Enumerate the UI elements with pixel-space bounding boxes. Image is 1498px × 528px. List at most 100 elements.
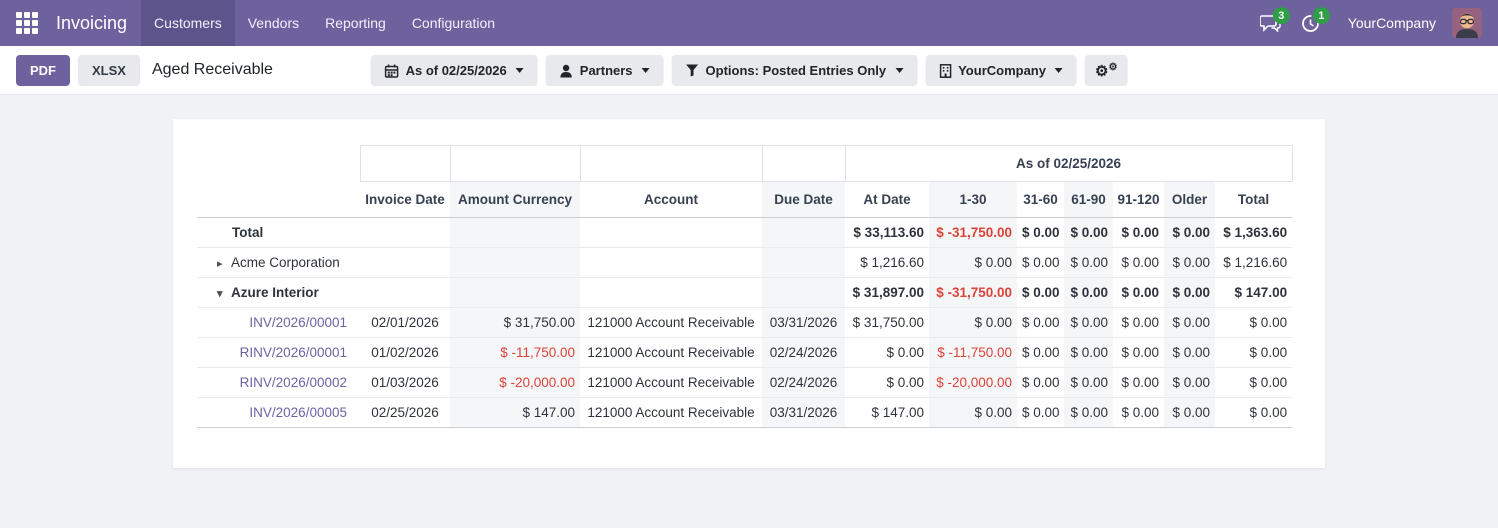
move-line-row: INV/2026/00001 02/01/2026 $ 31,750.00 12100… xyxy=(197,307,1293,338)
amount-cell: $ 0.00 xyxy=(1113,247,1164,278)
amount-cell: 02/01/2026 xyxy=(360,307,450,338)
amount-cell: $ 0.00 xyxy=(1017,337,1064,368)
period-header: As of 02/25/2026 xyxy=(844,145,1293,182)
filter-funnel-icon xyxy=(686,64,699,77)
amount-cell: $ 147.00 xyxy=(1215,277,1293,308)
amount-cell: 121000 Account Receivable xyxy=(580,367,762,398)
amount-cell: $ 0.00 xyxy=(1113,337,1164,368)
partner-toggle[interactable]: ▸ Acme Corporation xyxy=(197,247,360,278)
amount-cell: $ 31,897.00 xyxy=(845,277,929,308)
amount-cell: 02/24/2026 xyxy=(762,337,845,368)
amount-cell: $ 0.00 xyxy=(1164,397,1215,428)
column-header-at-date: At Date xyxy=(845,181,929,218)
report-content: As of 02/25/2026 Invoice Date Amount Cur… xyxy=(0,95,1498,528)
company-filter-label: YourCompany xyxy=(958,63,1046,78)
date-filter-button[interactable]: As of 02/25/2026 xyxy=(370,55,538,86)
company-switcher[interactable]: YourCompany xyxy=(1348,15,1436,31)
amount-cell: $ 33,113.60 xyxy=(845,217,929,248)
amount-cell: $ 147.00 xyxy=(845,397,929,428)
amount-cell: $ 1,363.60 xyxy=(1215,217,1293,248)
amount-cell: 01/03/2026 xyxy=(360,367,450,398)
amount-cell xyxy=(450,247,580,278)
menu-item-reporting[interactable]: Reporting xyxy=(312,0,399,46)
column-header-invoice-date: Invoice Date xyxy=(360,181,450,218)
column-header-61-90: 61-90 xyxy=(1064,181,1113,218)
amount-cell: $ 0.00 xyxy=(1017,277,1064,308)
empty-header-cell xyxy=(449,145,581,182)
user-avatar[interactable] xyxy=(1452,8,1482,38)
amount-cell: $ 0.00 xyxy=(929,397,1017,428)
move-link[interactable]: RINV/2026/00001 xyxy=(240,345,347,360)
amount-cell: $ 0.00 xyxy=(929,247,1017,278)
amount-cell: $ 0.00 xyxy=(1064,337,1113,368)
company-filter-button[interactable]: YourCompany xyxy=(925,55,1077,86)
caret-right-icon: ▸ xyxy=(217,258,223,270)
cogs-icon: ⚙⚙ xyxy=(1094,61,1118,80)
amount-cell xyxy=(762,247,845,278)
column-header-amount-currency: Amount Currency xyxy=(450,181,580,218)
menu-item-customers[interactable]: Customers xyxy=(141,0,235,46)
column-header-total: Total xyxy=(1215,181,1293,218)
extra-options-button[interactable]: ⚙⚙ xyxy=(1084,55,1128,86)
amount-cell: $ 31,750.00 xyxy=(845,307,929,338)
amount-cell: $ 0.00 xyxy=(1064,367,1113,398)
app-name[interactable]: Invoicing xyxy=(54,0,141,46)
empty-header-cell xyxy=(359,145,451,182)
calendar-icon xyxy=(384,64,399,78)
options-filter-button[interactable]: Options: Posted Entries Only xyxy=(671,55,918,86)
report-body: Total $ 33,113.60 $ -31,750.00 $ 0.00 $ 0.00… xyxy=(197,217,1293,428)
amount-cell: $ 0.00 xyxy=(1064,277,1113,308)
filter-bar: As of 02/25/2026 Partners Options: Poste… xyxy=(370,55,1128,86)
amount-cell: $ 0.00 xyxy=(1164,247,1215,278)
column-header-91-120: 91-120 xyxy=(1113,181,1164,218)
move-link[interactable]: INV/2026/00005 xyxy=(249,405,347,420)
control-panel: PDF XLSX Aged Receivable As of 02/25/202… xyxy=(0,46,1498,95)
amount-cell: $ 0.00 xyxy=(1113,217,1164,248)
move-line-row: INV/2026/00005 02/25/2026 $ 147.00 121000 A… xyxy=(197,397,1293,428)
total-label: Total xyxy=(197,217,360,248)
amount-cell: $ 0.00 xyxy=(1017,247,1064,278)
amount-cell: 03/31/2026 xyxy=(762,307,845,338)
activities-button[interactable]: 1 xyxy=(1294,0,1330,46)
partner-name: Acme Corporation xyxy=(231,255,340,270)
column-header-account: Account xyxy=(580,181,762,218)
amount-cell: $ -20,000.00 xyxy=(929,367,1017,398)
move-link[interactable]: RINV/2026/00002 xyxy=(240,375,347,390)
amount-cell: $ 0.00 xyxy=(1113,367,1164,398)
report-card: As of 02/25/2026 Invoice Date Amount Cur… xyxy=(173,119,1325,468)
move-link[interactable]: INV/2026/00001 xyxy=(249,315,347,330)
amount-cell: $ 1,216.60 xyxy=(845,247,929,278)
amount-cell: 121000 Account Receivable xyxy=(580,397,762,428)
move-line-row: RINV/2026/00002 01/03/2026 $ -20,000.00 121… xyxy=(197,367,1293,398)
amount-cell: $ 0.00 xyxy=(1017,397,1064,428)
chevron-down-icon xyxy=(895,68,904,73)
move-name-cell: RINV/2026/00002 xyxy=(197,367,360,398)
amount-cell: $ 0.00 xyxy=(1017,367,1064,398)
amount-cell xyxy=(580,277,762,308)
amount-cell: $ 0.00 xyxy=(1113,277,1164,308)
total-row: Total $ 33,113.60 $ -31,750.00 $ 0.00 $ 0.00… xyxy=(197,217,1293,248)
amount-cell xyxy=(762,217,845,248)
partner-toggle[interactable]: ▾ Azure Interior xyxy=(197,277,360,308)
menu-item-configuration[interactable]: Configuration xyxy=(399,0,508,46)
empty-header-cell xyxy=(579,145,763,182)
amount-cell xyxy=(450,217,580,248)
amount-cell xyxy=(450,277,580,308)
amount-cell: $ -31,750.00 xyxy=(929,217,1017,248)
apps-menu-button[interactable] xyxy=(0,0,54,46)
column-header-1-30: 1-30 xyxy=(929,181,1017,218)
chevron-down-icon xyxy=(515,68,524,73)
pdf-button[interactable]: PDF xyxy=(16,54,70,86)
move-line-row: RINV/2026/00001 01/02/2026 $ -11,750.00 121… xyxy=(197,337,1293,368)
user-icon xyxy=(560,64,572,77)
amount-cell: 02/24/2026 xyxy=(762,367,845,398)
chevron-down-icon xyxy=(641,68,650,73)
xlsx-button[interactable]: XLSX xyxy=(78,54,140,86)
amount-cell: $ -31,750.00 xyxy=(929,277,1017,308)
partners-filter-button[interactable]: Partners xyxy=(545,55,664,86)
amount-cell xyxy=(580,247,762,278)
menu-item-vendors[interactable]: Vendors xyxy=(235,0,312,46)
amount-cell xyxy=(580,217,762,248)
messages-button[interactable]: 3 xyxy=(1254,0,1290,46)
move-name-cell: INV/2026/00001 xyxy=(197,307,360,338)
